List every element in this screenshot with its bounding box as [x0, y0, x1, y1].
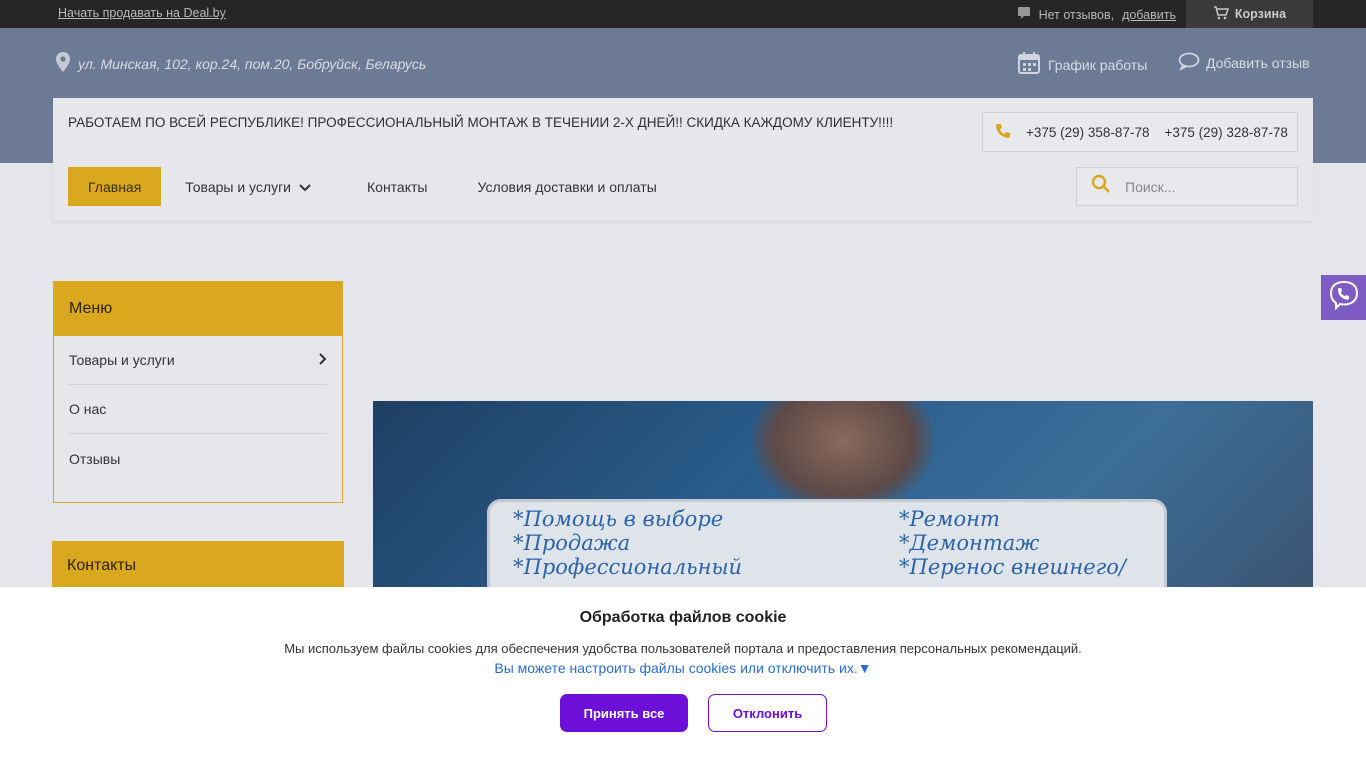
sidebar-item-products[interactable]: Товары и услуги	[69, 336, 327, 385]
sidebar-item-reviews[interactable]: Отзывы	[69, 434, 327, 483]
nav-home-label: Главная	[88, 178, 142, 195]
main-nav: Главная Товары и услуги Контакты Условия…	[68, 167, 677, 206]
add-review-button[interactable]: Добавить отзыв	[1178, 52, 1310, 73]
sidebar-menu-title: Меню	[54, 282, 342, 336]
nav-products-label: Товары и услуги	[185, 178, 291, 195]
search-icon[interactable]	[1091, 174, 1111, 199]
reviews-text: Нет отзывов,	[1038, 7, 1115, 22]
cookie-settings-link[interactable]: Вы можете настроить файлы cookies или от…	[0, 660, 1366, 676]
cookie-consent-panel: Обработка файлов cookie Мы используем фа…	[0, 587, 1366, 768]
start-selling-link[interactable]: Начать продавать на Deal.by	[58, 6, 226, 20]
location-icon	[56, 52, 70, 75]
chat-bubble-icon	[1178, 52, 1200, 73]
schedule-label: График работы	[1048, 56, 1148, 73]
banner-line: *Профессиональный	[513, 555, 743, 579]
banner-line: *Продажа	[513, 531, 631, 555]
header-card: РАБОТАЕМ ПО ВСЕЙ РЕСПУБЛИКЕ! ПРОФЕССИОНА…	[53, 98, 1313, 221]
sidebar-item-label: Товары и услуги	[69, 352, 175, 368]
promo-banner-image[interactable]: *Помощь в выборе *Продажа *Профессиональ…	[373, 401, 1313, 601]
cookie-title: Обработка файлов cookie	[579, 609, 787, 626]
banner-line: *Перенос внешнего/	[899, 555, 1126, 579]
nav-contacts-label: Контакты	[367, 178, 428, 195]
banner-line: *Помощь в выборе	[513, 507, 724, 531]
work-schedule-link[interactable]: График работы	[1018, 52, 1147, 77]
sidebar-menu: Меню Товары и услуги О нас Отзывы	[53, 281, 343, 503]
search-box	[1076, 167, 1298, 206]
viber-icon	[1328, 279, 1360, 316]
nav-delivery-payment[interactable]: Условия доставки и оплаты	[457, 167, 676, 206]
nav-home[interactable]: Главная	[68, 167, 162, 206]
phone-icon	[995, 123, 1011, 142]
banner-services-left: *Помощь в выборе *Продажа *Профессиональ…	[513, 507, 742, 579]
banner-line: *Ремонт	[899, 507, 1000, 531]
sidebar-item-label: О нас	[69, 401, 107, 417]
calendar-icon	[1018, 52, 1040, 77]
nav-contacts[interactable]: Контакты	[347, 167, 447, 206]
cart-button[interactable]: Корзина	[1186, 0, 1313, 28]
cart-icon	[1213, 5, 1229, 23]
sidebar-item-about[interactable]: О нас	[69, 385, 327, 434]
accept-all-button[interactable]: Принять все	[560, 694, 688, 732]
search-input[interactable]	[1125, 178, 1275, 195]
sidebar-item-label: Отзывы	[69, 450, 121, 467]
banner-services-right: *Ремонт *Демонтаж *Перенос внешнего/	[899, 507, 1126, 579]
chevron-down-icon	[299, 179, 311, 195]
address-text: ул. Минская, 102, кор.24, пом.20, Бобруй…	[78, 55, 427, 72]
cookie-text: Мы используем файлы cookies для обеспече…	[284, 641, 1082, 656]
promo-text: РАБОТАЕМ ПО ВСЕЙ РЕСПУБЛИКЕ! ПРОФЕССИОНА…	[68, 115, 894, 130]
viber-button[interactable]	[1321, 275, 1366, 320]
phone-box: +375 (29) 358-87-78 +375 (29) 328-87-78	[982, 112, 1298, 152]
cart-label: Корзина	[1234, 7, 1287, 21]
reviews-summary: Нет отзывов, добавить	[1017, 6, 1176, 23]
top-bar: Начать продавать на Deal.by Нет отзывов,…	[0, 0, 1366, 28]
phone-number-1[interactable]: +375 (29) 358-87-78	[1026, 125, 1149, 140]
decline-button[interactable]: Отклонить	[708, 694, 827, 732]
phone-number-2[interactable]: +375 (29) 328-87-78	[1164, 125, 1287, 140]
comment-icon	[1017, 6, 1031, 23]
nav-products-services[interactable]: Товары и услуги	[165, 167, 331, 206]
add-review-label: Добавить отзыв	[1206, 54, 1310, 71]
banner-person	[753, 401, 933, 511]
banner-line: *Демонтаж	[899, 531, 1040, 555]
chevron-right-icon	[319, 352, 327, 368]
store-address: ул. Минская, 102, кор.24, пом.20, Бобруй…	[56, 52, 426, 75]
nav-delivery-label: Условия доставки и оплаты	[477, 178, 657, 195]
add-review-link[interactable]: добавить	[1122, 8, 1176, 22]
